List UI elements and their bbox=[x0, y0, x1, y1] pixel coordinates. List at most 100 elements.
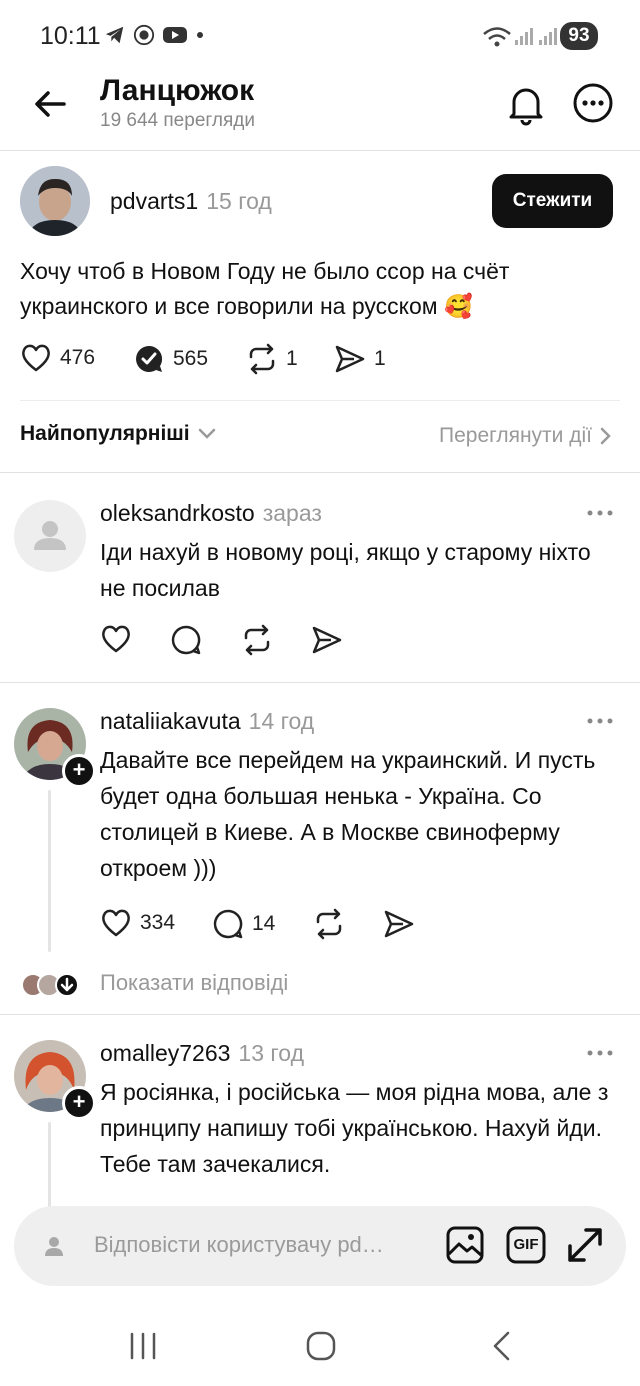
signal-icon bbox=[515, 28, 533, 45]
stacked-avatars-icon bbox=[21, 973, 79, 997]
reply-text: Давайте все перейдем на украинский. И пу… bbox=[100, 747, 596, 881]
share-icon bbox=[335, 345, 365, 373]
repost-icon bbox=[316, 908, 342, 940]
header-divider bbox=[0, 150, 640, 151]
share-button[interactable] bbox=[311, 624, 343, 656]
post-text: Хочу чтоб в Новом Году не было ссор на с… bbox=[20, 258, 510, 319]
image-icon bbox=[446, 1226, 484, 1264]
wifi-icon bbox=[483, 27, 511, 47]
dot-icon bbox=[197, 32, 203, 38]
repost-button[interactable] bbox=[313, 908, 345, 940]
comment-icon bbox=[213, 909, 243, 939]
comment-icon bbox=[136, 345, 163, 372]
more-icon bbox=[573, 83, 613, 123]
comment-button[interactable]: 14 bbox=[212, 908, 275, 940]
sort-label: Найпопулярніші bbox=[20, 422, 190, 445]
reply-more-icon[interactable] bbox=[586, 508, 614, 518]
view-activity-link[interactable]: Переглянути дії bbox=[439, 424, 612, 448]
heart-icon bbox=[102, 909, 130, 937]
back-nav-icon[interactable] bbox=[490, 1330, 512, 1362]
repost-count: 1 bbox=[286, 347, 298, 370]
share-count: 1 bbox=[374, 347, 386, 370]
heart-icon bbox=[102, 625, 130, 653]
back-arrow-icon bbox=[35, 91, 66, 117]
follow-plus-badge[interactable]: + bbox=[62, 1086, 96, 1120]
page-title: Ланцюжок bbox=[100, 74, 255, 107]
chevron-right-icon bbox=[600, 427, 611, 445]
comment-button[interactable] bbox=[170, 624, 202, 656]
reply-count: 565 bbox=[173, 347, 209, 370]
avatar-image bbox=[20, 166, 90, 236]
repost-button[interactable]: 1 bbox=[246, 343, 298, 375]
recent-apps-icon[interactable] bbox=[128, 1332, 158, 1360]
status-bar: 10:11 93 bbox=[0, 0, 640, 72]
like-button[interactable]: 476 bbox=[20, 343, 95, 373]
home-icon[interactable] bbox=[305, 1330, 337, 1362]
reply-meta: omalley7263 13 год bbox=[100, 1040, 304, 1067]
reply-avatars[interactable] bbox=[20, 972, 86, 998]
thread-line bbox=[48, 790, 51, 952]
view-count: 19 644 перегляди bbox=[100, 110, 255, 131]
gif-button[interactable]: GIF bbox=[506, 1226, 546, 1264]
gif-label: GIF bbox=[513, 1236, 539, 1253]
repost-button[interactable] bbox=[241, 624, 273, 656]
comment-icon bbox=[171, 625, 201, 655]
repost-icon bbox=[249, 343, 275, 375]
reply-username[interactable]: nataliiakavuta bbox=[100, 708, 241, 735]
user-icon bbox=[45, 1237, 63, 1256]
avatar[interactable] bbox=[14, 500, 86, 572]
share-button[interactable]: 1 bbox=[334, 343, 386, 375]
follow-plus-badge[interactable]: + bbox=[62, 754, 96, 788]
reply-meta: nataliiakavuta 14 год bbox=[100, 708, 314, 735]
bell-icon bbox=[509, 88, 543, 126]
heart-icon bbox=[22, 344, 50, 372]
notification-icons bbox=[104, 24, 205, 46]
like-count: 476 bbox=[60, 346, 96, 369]
post-divider bbox=[20, 400, 620, 401]
like-button[interactable]: 334 bbox=[100, 908, 175, 938]
show-replies-link[interactable]: Показати відповіді bbox=[100, 970, 288, 996]
reply-time: 13 год bbox=[238, 1040, 304, 1066]
follow-button[interactable]: Стежити bbox=[492, 174, 613, 228]
attach-image-button[interactable] bbox=[446, 1226, 484, 1264]
more-options-button[interactable] bbox=[572, 82, 614, 124]
post-meta: pdvarts1 15 год bbox=[110, 188, 272, 215]
signal-icon-2 bbox=[539, 28, 557, 45]
notifications-button[interactable] bbox=[506, 82, 546, 126]
battery-level: 93 bbox=[560, 22, 598, 50]
telegram-icon bbox=[105, 26, 124, 44]
share-icon bbox=[384, 910, 414, 938]
post-time: 15 год bbox=[206, 188, 272, 214]
reply-time: зараз bbox=[262, 500, 322, 526]
status-time: 10:11 bbox=[40, 22, 101, 50]
default-avatar-icon bbox=[34, 521, 66, 550]
reply-divider bbox=[0, 682, 640, 683]
like-button[interactable] bbox=[100, 624, 132, 654]
reply-divider bbox=[0, 1014, 640, 1015]
youtube-icon bbox=[163, 27, 187, 43]
reply-text: Я росіянка, і російська — моя рідна мова… bbox=[100, 1079, 609, 1177]
badge-icon bbox=[133, 24, 155, 46]
reply-username[interactable]: oleksandrkosto bbox=[100, 500, 255, 527]
reply-username[interactable]: omalley7263 bbox=[100, 1040, 230, 1067]
repost-icon bbox=[244, 624, 270, 656]
sort-divider bbox=[0, 472, 640, 473]
comment-button[interactable]: 565 bbox=[133, 343, 208, 375]
share-button[interactable] bbox=[383, 908, 415, 940]
expand-icon bbox=[568, 1228, 602, 1262]
expand-button[interactable] bbox=[566, 1226, 604, 1264]
share-icon bbox=[312, 626, 342, 654]
sort-dropdown[interactable]: Найпопулярніші bbox=[20, 422, 216, 446]
thread-line bbox=[48, 1122, 51, 1212]
avatar[interactable] bbox=[20, 166, 90, 236]
reply-more-icon[interactable] bbox=[586, 716, 614, 726]
reply-time: 14 год bbox=[248, 708, 315, 734]
reply-meta: oleksandrkosto зараз bbox=[100, 500, 322, 527]
back-button[interactable] bbox=[30, 84, 70, 124]
reply-more-icon[interactable] bbox=[586, 1048, 614, 1058]
system-nav-bar bbox=[0, 1300, 640, 1386]
post-username[interactable]: pdvarts1 bbox=[110, 188, 198, 215]
chevron-down-icon bbox=[198, 428, 215, 439]
like-count: 334 bbox=[140, 911, 176, 934]
reply-input-placeholder[interactable]: Відповісти користувачу pd… bbox=[94, 1232, 434, 1258]
